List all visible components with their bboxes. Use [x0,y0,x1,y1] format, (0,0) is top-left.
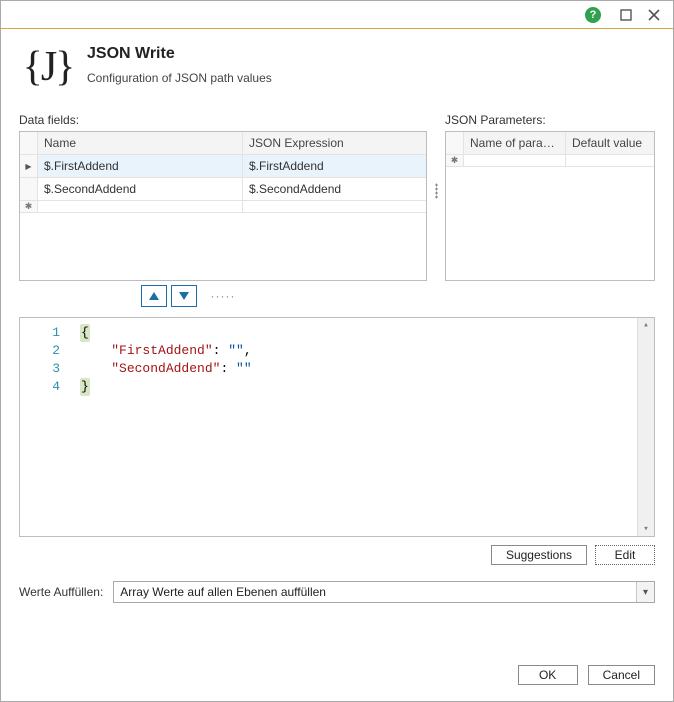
cell-expr[interactable] [243,201,426,212]
close-icon[interactable] [643,4,665,26]
col-param-name-header[interactable]: Name of parameter [464,132,566,154]
werte-combo[interactable]: Array Werte auf allen Ebenen auffüllen ▾ [113,581,655,603]
page-title: JSON Write [87,45,272,63]
scroll-down-icon[interactable]: ▾ [643,522,648,536]
vertical-splitter[interactable] [427,113,445,199]
new-row-icon [446,155,464,166]
json-editor[interactable]: 1234 { "FirstAddend": "", "SecondAddend"… [19,317,655,537]
cell-default[interactable] [566,155,654,166]
chevron-down-icon[interactable]: ▾ [636,582,654,602]
cancel-button[interactable]: Cancel [588,665,655,685]
code-line: } [80,378,90,396]
module-icon: {J} [19,43,77,91]
werte-combo-value: Array Werte auf allen Ebenen auffüllen [114,585,636,599]
editor-gutter: 1234 [20,318,76,536]
cell-expr[interactable]: $.SecondAddend [243,178,426,200]
editor-scrollbar[interactable]: ▴ ▾ [637,318,654,536]
json-params-grid[interactable]: Name of parameter Default value [445,131,655,281]
help-icon[interactable]: ? [585,7,601,23]
data-fields-body: $.FirstAddend $.FirstAddend $.SecondAdde… [20,155,426,280]
cell-name[interactable] [38,201,243,212]
data-fields-label: Data fields: [19,113,427,127]
table-row[interactable]: $.FirstAddend $.FirstAddend [20,155,426,178]
table-row-new[interactable] [446,155,654,167]
code-line: { [80,324,90,342]
json-params-label: JSON Parameters: [445,113,655,127]
edit-button[interactable]: Edit [595,545,655,565]
header: {J} JSON Write Configuration of JSON pat… [1,29,673,113]
data-fields-grid[interactable]: Name JSON Expression $.FirstAddend $.Fir… [19,131,427,281]
row-indicator-icon [20,155,38,177]
move-down-button[interactable] [171,285,197,307]
resize-grip-icon[interactable]: ····· [211,289,236,303]
suggestions-button[interactable]: Suggestions [491,545,587,565]
table-row-new[interactable] [20,201,426,213]
move-up-button[interactable] [141,285,167,307]
titlebar: ? [1,1,673,29]
table-row[interactable]: $.SecondAddend $.SecondAddend [20,178,426,201]
cell-expr[interactable]: $.FirstAddend [243,155,426,177]
ok-button[interactable]: OK [518,665,578,685]
cell-name[interactable]: $.FirstAddend [38,155,243,177]
row-indicator-icon [20,178,38,200]
scroll-up-icon[interactable]: ▴ [643,318,648,332]
new-row-icon [20,201,38,212]
col-default-header[interactable]: Default value [566,132,654,154]
page-subtitle: Configuration of JSON path values [87,71,272,85]
col-expr-header[interactable]: JSON Expression [243,132,426,154]
werte-label: Werte Auffüllen: [19,585,103,599]
editor-code[interactable]: { "FirstAddend": "", "SecondAddend": "" … [76,318,637,536]
dialog-window: ? {J} JSON Write Configuration of JSON p… [0,0,674,702]
maximize-icon[interactable] [615,4,637,26]
cell-param-name[interactable] [464,155,566,166]
cell-name[interactable]: $.SecondAddend [38,178,243,200]
col-name-header[interactable]: Name [38,132,243,154]
